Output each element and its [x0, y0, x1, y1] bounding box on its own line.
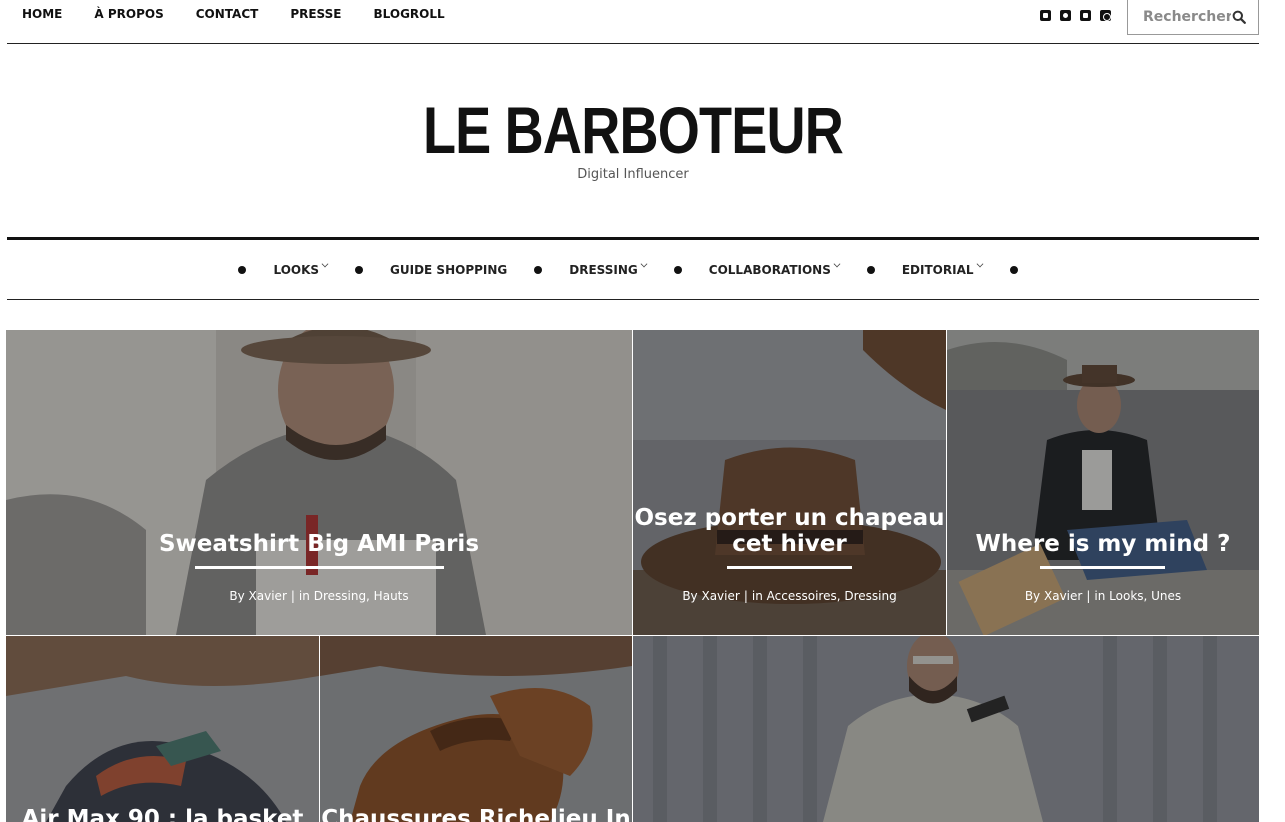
nav-item-label: EDITORIAL [901, 263, 974, 277]
topnav-presse[interactable]: PRESSE [290, 7, 341, 21]
instagram-icon[interactable] [1100, 10, 1111, 21]
nav-item-looks[interactable]: LOOKS [273, 260, 329, 277]
nav-separator-dot [866, 266, 875, 274]
post-card-richelieu[interactable]: Chaussures Richelieu In [320, 636, 632, 822]
site-title[interactable]: LE BARBOTEUR [114, 92, 1152, 168]
title-underline [1040, 566, 1165, 569]
post-title[interactable]: Sweatshirt Big AMI Paris [6, 531, 632, 557]
chevron-down-icon [833, 260, 841, 268]
nav-item-label: LOOKS [273, 263, 320, 277]
post-overlay [6, 636, 319, 822]
post-in-label: in [751, 589, 763, 603]
linkedin-icon[interactable] [1080, 10, 1091, 21]
nav-item-dressing[interactable]: DRESSING [569, 260, 648, 277]
site-tagline: Digital Influencer [577, 167, 689, 182]
search-icon[interactable] [1232, 10, 1246, 24]
nav-item-editorial[interactable]: EDITORIAL [901, 260, 983, 277]
post-author[interactable]: Xavier [249, 589, 287, 603]
chevron-down-icon [976, 260, 983, 268]
nav-separator-dot [1009, 266, 1018, 274]
post-meta: By Xavier | in Accessoires, Dressing [633, 589, 946, 603]
chevron-down-icon [640, 260, 648, 268]
post-author[interactable]: Xavier [701, 589, 739, 603]
post-card-chapeau[interactable]: Osez porter un chapeau cet hiver By Xavi… [633, 330, 946, 635]
topnav-a-propos[interactable]: À PROPOS [94, 7, 163, 21]
post-title[interactable]: Where is my mind ? [947, 531, 1259, 557]
post-in-label: in [298, 589, 310, 603]
post-categories[interactable]: Looks, Unes [1109, 589, 1181, 603]
nav-item-label: COLLABORATIONS [708, 263, 831, 277]
nav-separator-dot [238, 266, 247, 274]
nav-separator-dot [673, 266, 682, 274]
topnav-home[interactable]: HOME [22, 7, 62, 21]
topnav-contact[interactable]: CONTACT [196, 7, 259, 21]
post-card-where-is-my-mind[interactable]: Where is my mind ? By Xavier | in Looks, U… [947, 330, 1259, 635]
post-categories[interactable]: Accessoires, Dressing [767, 589, 897, 603]
post-overlay [633, 636, 1259, 822]
post-meta: By Xavier | in Dressing, Hauts [6, 589, 632, 603]
title-underline [727, 566, 852, 569]
meta-separator: | [1086, 589, 1091, 603]
post-author[interactable]: Xavier [1044, 589, 1082, 603]
post-title[interactable]: Air Max 90 : la basket [6, 806, 319, 822]
search-input[interactable] [1129, 3, 1231, 31]
main-nav: LOOKS GUIDE SHOPPING DRESSING COLLABORAT… [7, 237, 1259, 300]
post-by-label: By [682, 589, 698, 603]
top-nav: HOME À PROPOS CONTACT PRESSE BLOGROLL [22, 7, 477, 21]
nav-separator-dot [355, 266, 364, 274]
post-categories[interactable]: Dressing, Hauts [314, 589, 409, 603]
top-bar: HOME À PROPOS CONTACT PRESSE BLOGROLL [7, 0, 1259, 44]
post-meta: By Xavier | in Looks, Unes [947, 589, 1259, 603]
nav-item-label: GUIDE SHOPPING [390, 263, 508, 277]
post-card-sweater-look[interactable] [633, 636, 1259, 822]
meta-separator: | [743, 589, 748, 603]
nav-item-label: DRESSING [569, 263, 638, 277]
search-box [1127, 0, 1259, 35]
post-by-label: By [1024, 589, 1041, 603]
social-links [1040, 10, 1120, 21]
post-card-sweatshirt-ami[interactable]: Sweatshirt Big AMI Paris By Xavier | in Dr… [6, 330, 632, 635]
facebook-icon[interactable] [1040, 10, 1051, 21]
nav-separator-dot [534, 266, 543, 274]
chevron-down-icon [321, 260, 329, 268]
twitter-icon[interactable] [1060, 10, 1071, 21]
post-title[interactable]: Osez porter un chapeau cet hiver [633, 505, 946, 557]
post-overlay [320, 636, 632, 822]
post-in-label: in [1094, 589, 1106, 603]
post-title[interactable]: Chaussures Richelieu In [320, 806, 632, 822]
nav-item-guide-shopping[interactable]: GUIDE SHOPPING [390, 263, 507, 277]
post-by-label: By [229, 589, 245, 603]
meta-separator: | [290, 589, 295, 603]
title-underline [195, 566, 444, 569]
topnav-blogroll[interactable]: BLOGROLL [374, 7, 445, 21]
post-card-air-max-90[interactable]: Air Max 90 : la basket [6, 636, 319, 822]
nav-item-collaborations[interactable]: COLLABORATIONS [708, 260, 841, 277]
